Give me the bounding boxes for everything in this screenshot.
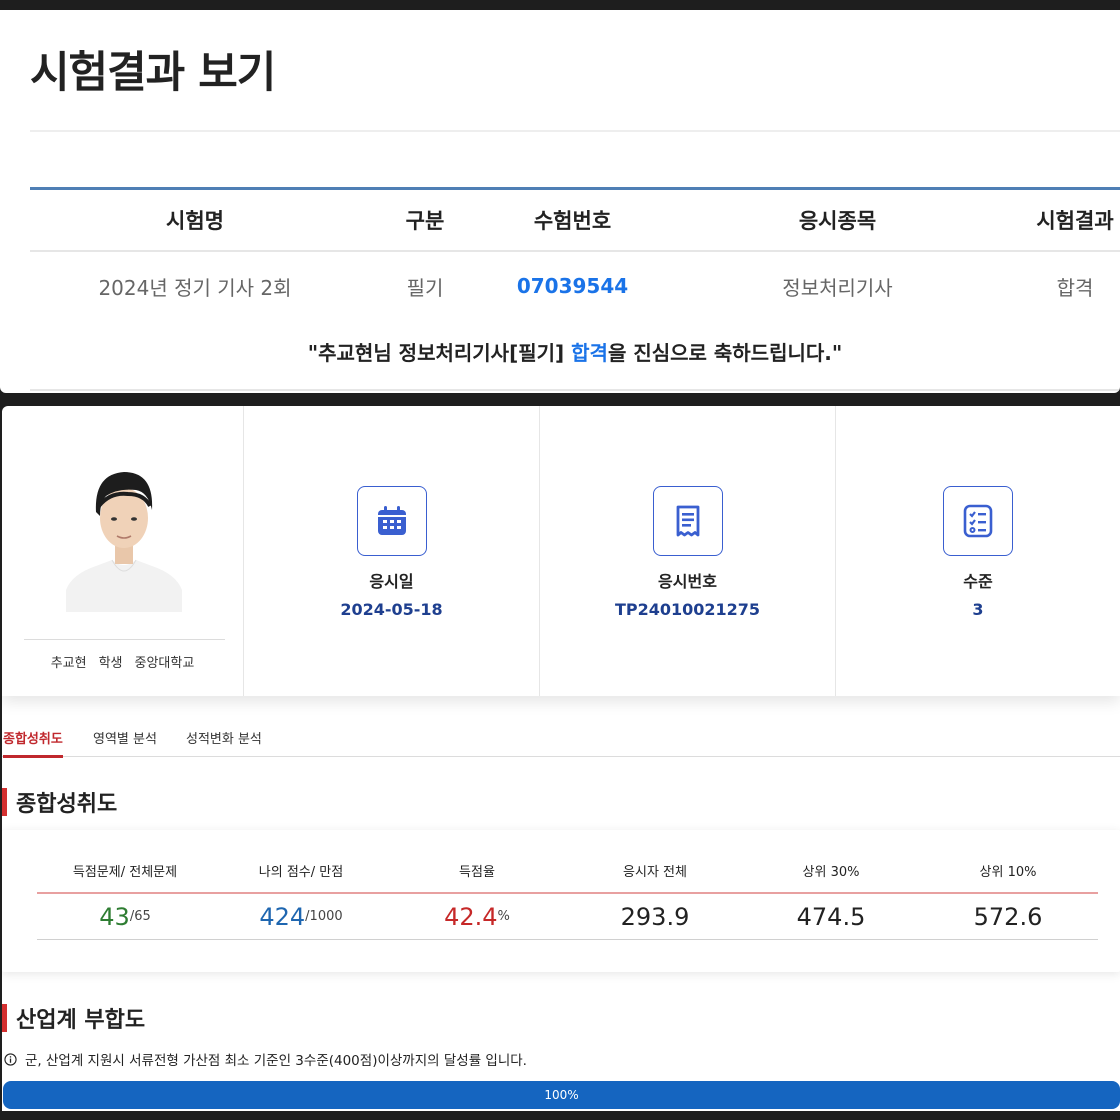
exam-date-label: 응시일 (369, 572, 414, 591)
header-result: 시험결과 (1036, 209, 1114, 233)
all-avg-value: 293.9 (620, 902, 690, 931)
header-my-score: 나의 점수/ 만점 (258, 864, 344, 880)
tab-overall[interactable]: 종합성취도 (3, 728, 63, 758)
exam-type-cell: 필기 (406, 275, 444, 300)
correct-count: 43 (99, 902, 130, 931)
header-rate: 득점율 (459, 864, 495, 880)
score-report-panel: 추교현 학생 중앙대학교 응시일 2024-05-18 응시번호 TP24010… (2, 406, 1120, 1111)
header-all-avg: 응시자 전체 (623, 864, 687, 880)
header-subject: 응시종목 (798, 209, 877, 233)
overall-section-title: 종합성취도 (2, 786, 117, 818)
application-number-card: 응시번호 TP24010021275 (540, 406, 836, 696)
overall-score-table: 득점문제/ 전체문제 나의 점수/ 만점 득점율 응시자 전체 상위 30% 상… (2, 830, 1120, 972)
profile-meta: 추교현 학생 중앙대학교 (2, 652, 243, 671)
exam-number-link[interactable]: 07039544 (490, 252, 655, 320)
industry-note: 군, 산업계 지원시 서류전형 가산점 최소 기준인 3수준(400점)이상까지… (4, 1049, 527, 1069)
industry-progress-bar: 100% (3, 1081, 1120, 1109)
table-row: 2024년 정기 기사 2회 필기 07039544 정보처리기사 합격 (30, 252, 1120, 320)
avatar (66, 462, 182, 612)
header-top30: 상위 30% (802, 864, 860, 880)
profile-name: 추교현 (50, 656, 87, 671)
total-questions: /65 (129, 909, 151, 924)
profile-role: 학생 (98, 656, 123, 671)
level-value: 3 (972, 600, 984, 619)
header-type: 구분 (405, 209, 445, 233)
level-label: 수준 (963, 572, 993, 591)
rate-cell: 42.4% (389, 894, 565, 939)
my-score-cell: 424/1000 (213, 894, 389, 939)
table-row: 43/65 424/1000 42.4% 293.9 474.5 572.6 (37, 894, 1098, 940)
header-correct: 득점문제/ 전체문제 (72, 864, 178, 880)
profile-divider (24, 639, 225, 640)
profile-school: 중앙대학교 (134, 656, 195, 671)
checklist-icon (943, 486, 1013, 556)
subject-cell: 정보처리기사 (782, 275, 893, 300)
header-exam-name: 시험명 (166, 209, 224, 233)
score-rate: 42.4 (444, 902, 498, 931)
header-exam-number: 수험번호 (533, 209, 612, 233)
tab-score-trend[interactable]: 성적변화 분석 (186, 728, 262, 755)
congrats-pass: 합격 (571, 341, 608, 365)
page-title: 시험결과 보기 (30, 48, 276, 98)
info-icon (4, 1052, 17, 1066)
progress-fill: 100% (3, 1081, 1120, 1109)
correct-count-cell: 43/65 (37, 894, 213, 939)
calendar-icon (356, 486, 427, 556)
level-card: 수준 3 (836, 406, 1120, 696)
score-table-header: 득점문제/ 전체문제 나의 점수/ 만점 득점율 응시자 전체 상위 30% 상… (37, 848, 1098, 894)
result-cell: 합격 (1056, 275, 1094, 300)
rate-unit: % (497, 909, 510, 924)
title-divider (30, 130, 1120, 132)
info-cards: 추교현 학생 중앙대학교 응시일 2024-05-18 응시번호 TP24010… (2, 406, 1120, 696)
exam-result-panel: 시험결과 보기 시험명 구분 수험번호 응시종목 시험결과 2024년 정기 기… (0, 10, 1120, 393)
industry-note-text: 군, 산업계 지원시 서류전형 가산점 최소 기준인 3수준(400점)이상까지… (25, 1053, 527, 1069)
result-table: 시험명 구분 수험번호 응시종목 시험결과 2024년 정기 기사 2회 필기 … (30, 187, 1120, 320)
receipt-icon (652, 486, 723, 556)
top10-value: 572.6 (973, 902, 1043, 931)
congrats-prefix: "추교현님 정보처리기사[필기] (307, 341, 572, 365)
congrats-suffix: 을 진심으로 축하드립니다." (607, 341, 843, 365)
exam-date-value: 2024-05-18 (340, 600, 443, 619)
top30-value: 474.5 (796, 902, 866, 931)
analysis-tabs: 종합성취도 영역별 분석 성적변화 분석 (2, 724, 1120, 758)
result-table-header: 시험명 구분 수험번호 응시종목 시험결과 (30, 190, 1120, 252)
tab-area-analysis[interactable]: 영역별 분석 (93, 728, 157, 755)
max-score: /1000 (305, 909, 343, 924)
my-score: 424 (259, 902, 306, 931)
bottom-divider (30, 389, 1120, 391)
application-number-label: 응시번호 (658, 572, 717, 591)
header-top10: 상위 10% (979, 864, 1037, 880)
profile-card: 추교현 학생 중앙대학교 (2, 406, 244, 696)
industry-section-title: 산업계 부합도 (2, 1002, 145, 1034)
application-number-value: TP24010021275 (614, 600, 761, 619)
exam-name-cell: 2024년 정기 기사 2회 (98, 275, 292, 300)
exam-date-card: 응시일 2024-05-18 (244, 406, 540, 696)
congrats-message: "추교현님 정보처리기사[필기] 합격을 진심으로 축하드립니다." (30, 337, 1120, 366)
